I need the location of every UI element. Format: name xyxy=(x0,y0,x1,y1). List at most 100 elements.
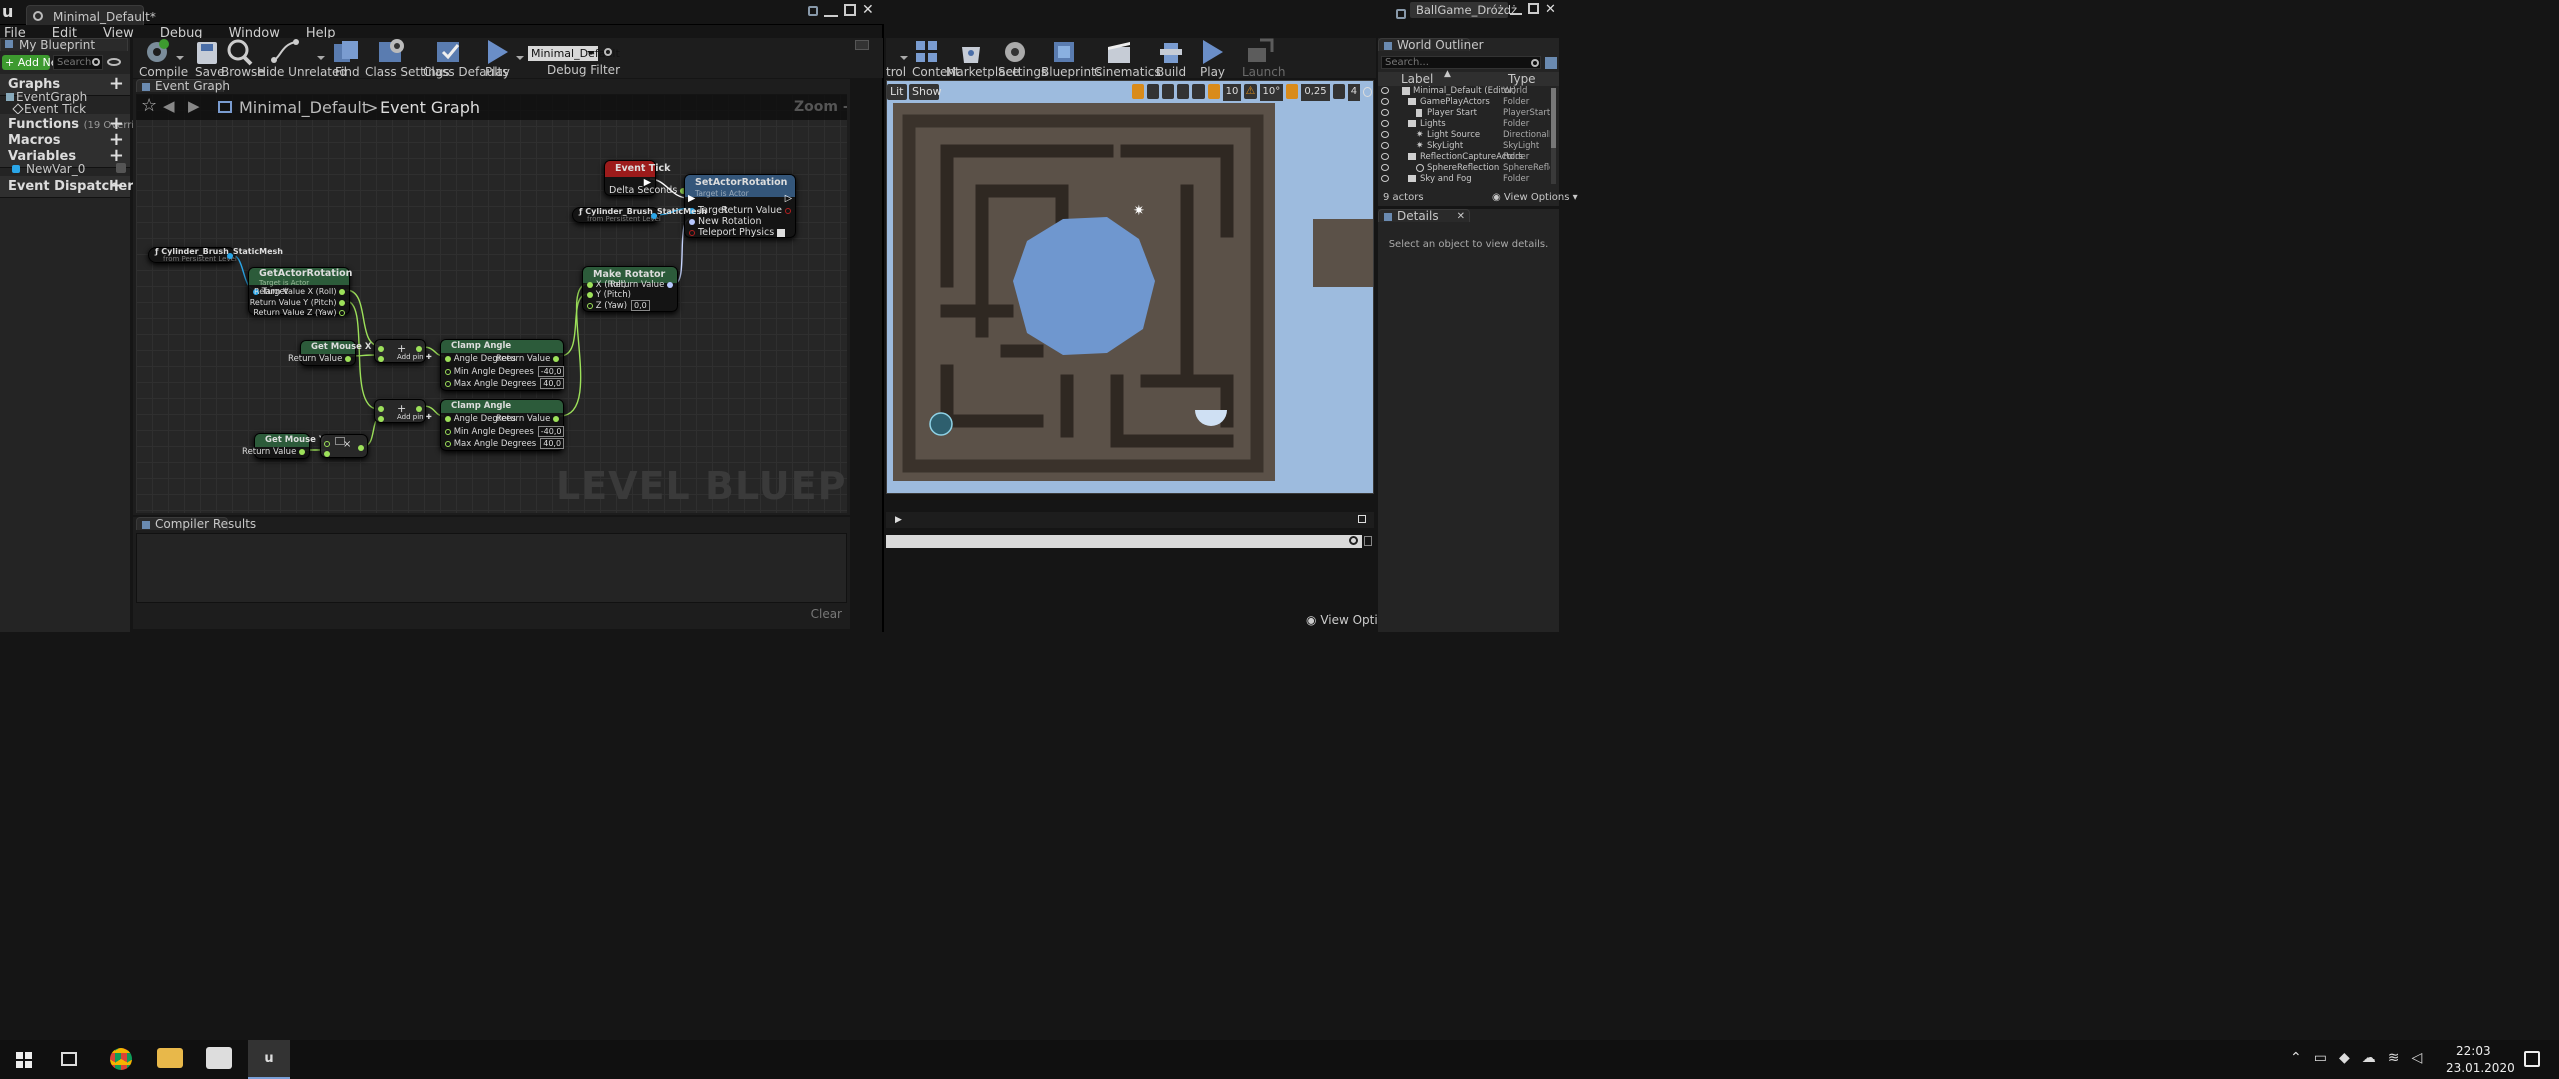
visibility-eye-icon[interactable] xyxy=(1381,98,1389,105)
mr-return-pin[interactable]: Return Value xyxy=(610,280,673,290)
outliner-view-options[interactable]: ◉ View Options ▾ xyxy=(1492,192,1578,203)
toolbar-find-button[interactable]: Find xyxy=(329,38,363,79)
mult-out[interactable] xyxy=(358,442,364,453)
content-search-options-icon[interactable] xyxy=(1364,536,1372,546)
variable-visibility-icon[interactable] xyxy=(116,163,126,173)
outliner-search-input[interactable]: Search... xyxy=(1381,56,1541,69)
toolbar-play-button[interactable]: Play xyxy=(481,38,511,79)
outliner-row[interactable]: GamePlayActors Folder xyxy=(1378,97,1550,108)
event-dispatchers-section-header[interactable]: Event Dispatchers + xyxy=(0,176,141,198)
toolbar-class-defaults-button[interactable]: Class Defaults xyxy=(423,38,508,79)
my-blueprint-tab[interactable]: My Blueprint xyxy=(0,38,128,52)
ca2-max-input[interactable]: 40,0 xyxy=(540,438,565,449)
wifi-icon[interactable]: ≋ xyxy=(2388,1050,2400,1066)
outliner-label-column[interactable]: Label xyxy=(1401,72,1433,86)
get-mouse-y-return-pin[interactable]: Return Value xyxy=(242,447,305,457)
toolbar-save-button[interactable]: Save xyxy=(191,38,224,79)
sequencer-play-icon[interactable]: ▶ xyxy=(895,515,902,525)
visibility-eye-icon[interactable] xyxy=(1381,164,1389,171)
file-explorer-icon[interactable] xyxy=(157,1048,183,1068)
ca2-max-pin[interactable]: Max Angle Degrees 40,0 xyxy=(445,438,565,449)
toolbar-class-settings-button[interactable]: Class Settings xyxy=(365,38,450,79)
ca2-min-input[interactable]: -40,0 xyxy=(537,426,565,437)
compile-dropdown-icon[interactable] xyxy=(176,56,184,64)
toolbar-search-icon[interactable] xyxy=(855,40,869,50)
sar-new-rotation-pin[interactable]: New Rotation xyxy=(689,216,762,227)
search-icon[interactable] xyxy=(1531,59,1539,67)
outliner-row[interactable]: Lights Folder xyxy=(1378,119,1550,130)
cloud-icon[interactable]: ☁ xyxy=(2362,1050,2376,1066)
task-view-icon[interactable] xyxy=(61,1052,77,1066)
sar-teleport-pin[interactable]: Teleport Physics xyxy=(689,227,786,238)
gar-x-pin[interactable]: Return Value X (Roll) xyxy=(254,287,345,296)
variable-item-newvar0[interactable]: NewVar_0 xyxy=(6,162,126,176)
chevron-up-icon[interactable]: ⌃ xyxy=(2290,1050,2302,1066)
gar-z-pin[interactable]: Return Value Z (Yaw) xyxy=(253,308,345,317)
details-tab[interactable]: Details ✕ xyxy=(1378,209,1470,223)
mr-z-value-input[interactable]: 0,0 xyxy=(631,300,650,311)
world-outliner-tab[interactable]: World Outliner xyxy=(1378,38,1484,52)
editor-document-tab[interactable]: Minimal_Default* xyxy=(26,5,156,25)
gar-y-pin[interactable]: Return Value Y (Pitch) xyxy=(250,298,345,307)
add-2-in-b[interactable] xyxy=(378,413,384,424)
ca1-max-pin[interactable]: Max Angle Degrees 40,0 xyxy=(445,378,565,389)
toolbar-launch-button[interactable]: Launch xyxy=(1238,38,1285,79)
sar-return-pin[interactable]: Return Value xyxy=(721,205,791,216)
ca2-return-pin[interactable]: Return Value xyxy=(496,414,559,424)
mr-z-pin[interactable]: Z (Yaw) 0,0 xyxy=(587,300,650,311)
node-event-tick[interactable]: Event Tick ▶ Delta Seconds xyxy=(604,160,687,196)
pin-icon[interactable] xyxy=(1396,9,1406,19)
outliner-row[interactable]: ReflectionCaptureActors Folder xyxy=(1378,152,1550,163)
compiler-results-tab[interactable]: Compiler Results xyxy=(136,517,256,531)
dropbox-icon[interactable]: ◆ xyxy=(2339,1050,2350,1066)
volume-icon[interactable]: ◁ xyxy=(2411,1050,2422,1066)
add-graph-icon[interactable]: + xyxy=(109,74,124,94)
details-tab-close-icon[interactable]: ✕ xyxy=(1457,210,1465,223)
ca1-min-pin[interactable]: Min Angle Degrees -40,0 xyxy=(445,366,565,377)
visibility-eye-icon[interactable] xyxy=(1381,153,1389,160)
pin-icon[interactable] xyxy=(808,6,818,16)
outliner-type-column[interactable]: Type xyxy=(1508,72,1536,86)
windows-start-icon[interactable] xyxy=(16,1052,32,1068)
clear-button[interactable]: Clear xyxy=(811,607,842,621)
node-get-actor-rotation[interactable]: GetActorRotation Target is Actor Target … xyxy=(248,267,352,317)
add-dispatcher-icon[interactable]: + xyxy=(109,176,124,196)
search-icon[interactable] xyxy=(1349,536,1358,545)
toolbar-browse-button[interactable]: Browse xyxy=(221,38,265,79)
node-mesh-ref-left[interactable]: ƒ Cylinder_Brush_StaticMesh from Persist… xyxy=(148,247,283,263)
toolbar-content-button[interactable]: Content xyxy=(912,38,960,79)
outliner-filter-icon[interactable] xyxy=(1545,57,1557,69)
toolbar-settings-button[interactable]: Settings xyxy=(996,38,1047,79)
outliner-row[interactable]: ✷Light Source DirectionalLig xyxy=(1378,130,1550,141)
toolbar-cinematics-button[interactable]: Cinematics xyxy=(1094,38,1161,79)
visibility-eye-icon[interactable] xyxy=(1381,109,1389,116)
outliner-scrollbar[interactable] xyxy=(1551,88,1556,184)
close-icon[interactable]: ✕ xyxy=(1545,3,1556,17)
outliner-row[interactable]: SphereReflectionCapt SphereReflect xyxy=(1378,163,1550,174)
graph-canvas[interactable]: ☆ ◀ ▶ Minimal_Default > Event Graph Zoom… xyxy=(136,94,847,513)
maximize-icon[interactable] xyxy=(1528,3,1539,14)
play-dropdown-icon[interactable] xyxy=(516,56,524,64)
light-source-icon[interactable]: ✷ xyxy=(1133,203,1145,219)
debug-object-select[interactable]: Minimal_Default xyxy=(528,46,620,61)
content-search-bar[interactable] xyxy=(886,535,1362,548)
ca1-min-input[interactable]: -40,0 xyxy=(537,366,565,377)
node-get-mouse-y[interactable]: Get Mouse Y Return Value xyxy=(242,433,325,459)
node-make-rotator[interactable]: Make Rotator X (Roll) Return Value Y (Pi… xyxy=(582,266,678,312)
hide-unrelated-dropdown-icon[interactable] xyxy=(317,56,325,64)
node-mesh-ref-top[interactable]: ƒ Cylinder_Brush_StaticMesh from Persist… xyxy=(572,207,707,223)
mesh-ref-left-out-pin[interactable] xyxy=(227,253,233,259)
unreal-taskbar-icon[interactable]: u xyxy=(248,1040,290,1079)
minimize-icon[interactable] xyxy=(824,3,838,17)
ca1-max-input[interactable]: 40,0 xyxy=(540,378,565,389)
node-get-mouse-x[interactable]: Get Mouse X Return Value xyxy=(288,340,371,366)
search-icon[interactable] xyxy=(92,58,100,66)
toolbar-marketplace-button[interactable]: Marketplace xyxy=(946,38,1020,79)
visibility-eye-icon[interactable] xyxy=(1381,120,1389,127)
visibility-eye-icon[interactable] xyxy=(1381,131,1389,138)
outliner-row[interactable]: Minimal_Default (Editor) World xyxy=(1378,86,1550,97)
add-pin-button-2[interactable]: Add pin ✚ xyxy=(397,413,432,421)
toolbar-build-button[interactable]: Build xyxy=(1154,38,1190,79)
delta-seconds-pin[interactable]: Delta Seconds xyxy=(609,185,687,196)
view-options-eye-icon[interactable] xyxy=(107,58,121,66)
